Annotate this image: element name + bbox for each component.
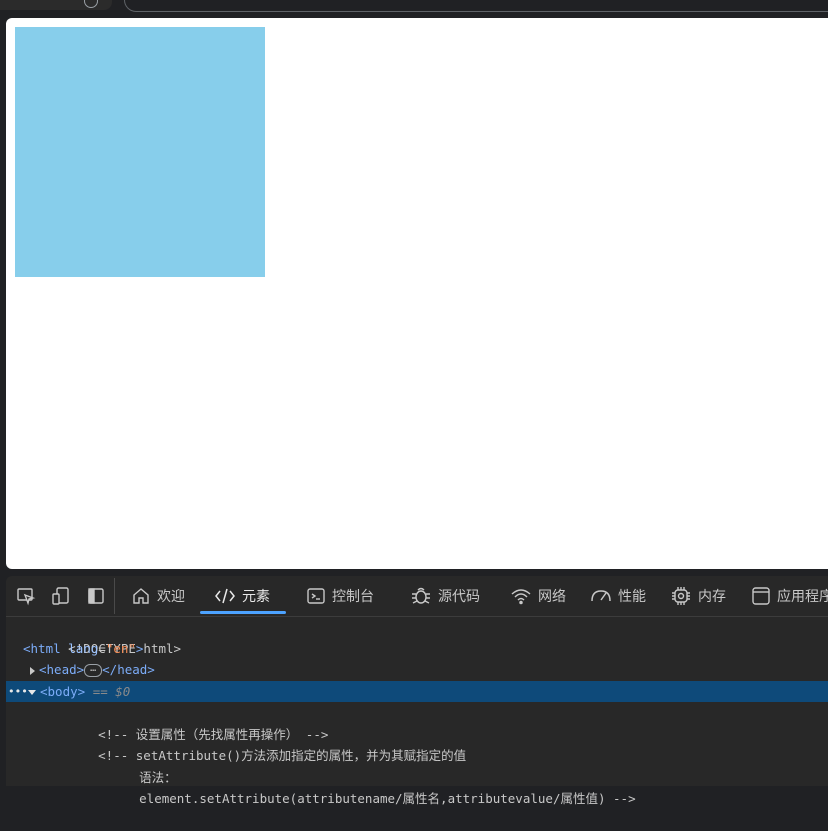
code-icon bbox=[215, 588, 235, 604]
head-node[interactable]: <head>… </head> bbox=[6, 659, 828, 681]
tab-welcome[interactable]: 欢迎 bbox=[131, 576, 185, 616]
comment-node[interactable]: <!-- setAttribute()方法添加指定的属性，并为其赋指定的值 bbox=[6, 724, 828, 763]
tab-elements[interactable]: 元素 bbox=[200, 576, 286, 616]
tab-label: 元素 bbox=[242, 589, 270, 605]
head-open-tag: <head> bbox=[39, 662, 85, 677]
tab-label: 应用程序 bbox=[777, 589, 828, 605]
html-open-tag: <html bbox=[23, 640, 61, 656]
device-emulation-icon[interactable] bbox=[51, 586, 71, 606]
wifi-icon bbox=[511, 589, 531, 605]
tab-sources[interactable]: 源代码 bbox=[410, 576, 480, 616]
tab-performance[interactable]: 性能 bbox=[590, 576, 646, 616]
tab-memory[interactable]: 内存 bbox=[670, 576, 726, 616]
home-icon bbox=[133, 588, 149, 604]
selected-marker: == $0 bbox=[92, 683, 131, 699]
address-bar[interactable] bbox=[124, 0, 828, 12]
expand-arrow-icon[interactable] bbox=[30, 666, 35, 675]
html-attr-name: lang bbox=[68, 640, 99, 656]
doctype-node[interactable]: <!DOCTYPE html> bbox=[6, 616, 828, 656]
devtools-panel: 欢迎 元素 控制台 源代码 网络 性能 内存 应用程序 <!DOCTYPE ht… bbox=[6, 576, 828, 806]
tab-label: 内存 bbox=[698, 589, 726, 605]
chip-icon bbox=[672, 587, 690, 605]
browser-chrome bbox=[0, 0, 828, 18]
bug-icon bbox=[412, 587, 430, 604]
comment-text: element.setAttribute(attributename/属性名,a… bbox=[139, 791, 636, 806]
tab-label: 性能 bbox=[618, 589, 646, 605]
body-tag: <body> bbox=[40, 683, 86, 699]
tab-network[interactable]: 网络 bbox=[510, 576, 566, 616]
collapsed-ellipsis[interactable]: … bbox=[84, 664, 103, 677]
comment-node[interactable]: <!-- 设置属性（先找属性再操作） --> bbox=[6, 702, 828, 742]
page-viewport bbox=[6, 18, 828, 569]
html-close-bracket: > bbox=[135, 640, 144, 656]
html-node[interactable]: <html lang="en"> bbox=[6, 638, 828, 660]
inspect-icon[interactable] bbox=[16, 586, 36, 606]
tab-label: 网络 bbox=[538, 589, 566, 605]
more-actions-dots[interactable]: ••• bbox=[8, 681, 28, 703]
tab-application[interactable]: 应用程序 bbox=[751, 576, 828, 616]
body-node[interactable]: ••• <body> == $0 bbox=[6, 680, 828, 703]
tab-label: 控制台 bbox=[332, 589, 374, 605]
dom-tree: <!DOCTYPE html> <html lang="en"> <head>…… bbox=[6, 616, 828, 806]
dock-side-icon[interactable] bbox=[86, 586, 106, 606]
console-icon bbox=[307, 588, 325, 604]
app-window-icon bbox=[752, 587, 770, 605]
toolbar-divider bbox=[114, 578, 115, 614]
gauge-icon bbox=[591, 590, 611, 602]
collapse-arrow-icon[interactable] bbox=[28, 689, 36, 695]
html-attr-value: "en" bbox=[105, 640, 136, 656]
comment-continuation: element.setAttribute(attributename/属性名,a… bbox=[6, 767, 828, 806]
devtools-toolbar: 欢迎 元素 控制台 源代码 网络 性能 内存 应用程序 bbox=[6, 576, 828, 617]
sky-blue-box bbox=[15, 27, 265, 277]
tab-label: 欢迎 bbox=[157, 589, 185, 605]
comment-continuation: 语法： bbox=[6, 745, 828, 785]
tab-console[interactable]: 控制台 bbox=[306, 576, 374, 616]
tab-label: 源代码 bbox=[438, 589, 480, 605]
head-close-tag: </head> bbox=[102, 662, 155, 677]
